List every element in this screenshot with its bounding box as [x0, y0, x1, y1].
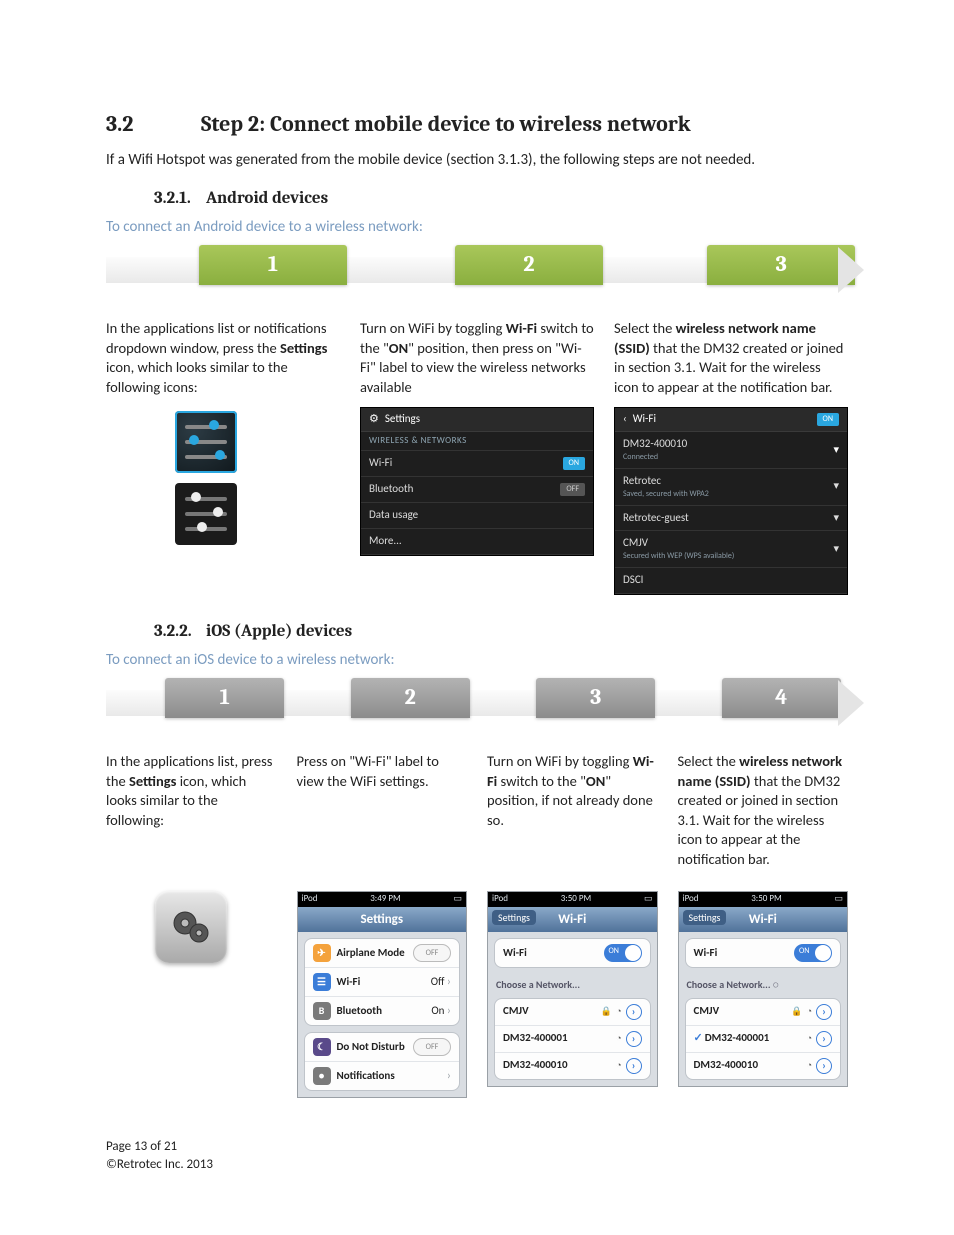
detail-icon: ›: [626, 1004, 642, 1020]
android-step-tab-3: 3: [707, 245, 855, 285]
android-settings-icons: [166, 411, 246, 545]
wifi-icon: ▾: [833, 511, 839, 526]
ios-subheading-title: iOS (Apple) devices: [206, 622, 352, 641]
section-heading: 3.2Step 2: Connect mobile device to wire…: [106, 110, 848, 140]
android-step-tab-2: 2: [455, 245, 603, 285]
ios-lead: To connect an iOS device to a wireless n…: [106, 650, 848, 670]
gear-icon: ⚙: [369, 412, 379, 427]
moon-icon: ☾: [313, 1038, 331, 1056]
wifi-signal-icon: [616, 1004, 621, 1019]
ios-settings-gear-icon: [155, 891, 227, 963]
ios-col-3: Turn on WiFi by toggling Wi-Fi switch to…: [487, 752, 658, 873]
android-lead: To connect an Android device to a wirele…: [106, 217, 848, 237]
wifi-icon: ▾: [833, 479, 839, 494]
check-icon: ✓: [694, 1031, 703, 1044]
ios-subheading: 3.2.2.iOS (Apple) devices: [154, 621, 848, 644]
detail-icon: ›: [816, 1004, 832, 1020]
ios-step-tab-4: 4: [722, 678, 841, 718]
ios-step-tab-3: 3: [536, 678, 655, 718]
android-wifi-screenshot: ‹Wi-FiON DM32-400010Connected▾ RetrotecS…: [614, 407, 848, 594]
wifi-signal-icon: [807, 1004, 812, 1019]
android-subheading-num: 3.2.1.: [154, 188, 206, 211]
ios-subheading-num: 3.2.2.: [154, 621, 206, 644]
lock-icon: [791, 1004, 802, 1019]
page-number: Page 13 of 21: [106, 1138, 848, 1156]
android-settings-icon-blue: [175, 411, 237, 473]
wifi-icon: ☰: [313, 973, 331, 991]
intro-paragraph: If a Wifi Hotspot was generated from the…: [106, 150, 848, 170]
ios-wifi-screenshot-a: iPod3:50 PM▭ SettingsWi-Fi Wi-Fi Choose …: [487, 881, 658, 1098]
ios-col-4: Select the wireless network name (SSID) …: [678, 752, 849, 873]
ios-wifi-screenshot-b: iPod3:50 PM▭ SettingsWi-Fi Wi-Fi Choose …: [678, 881, 849, 1098]
detail-icon: ›: [816, 1031, 832, 1047]
android-settings-screenshot: ⚙Settings WIRELESS & NETWORKS Wi-FiON Bl…: [360, 407, 594, 555]
wifi-signal-icon: [807, 1031, 812, 1046]
android-subheading-title: Android devices: [206, 189, 328, 208]
android-columns: In the applications list or notification…: [106, 319, 848, 595]
ios-screenshot-row: iPod3:49 PM▭ Settings ✈Airplane ModeOFF …: [106, 881, 848, 1098]
ios-settings-screenshot: iPod3:49 PM▭ Settings ✈Airplane ModeOFF …: [297, 881, 468, 1098]
ios-settings-icon-col: [106, 881, 277, 1098]
detail-icon: ›: [626, 1031, 642, 1047]
copyright: ©Retrotec Inc. 2013: [106, 1156, 848, 1174]
detail-icon: ›: [816, 1058, 832, 1074]
lock-icon: [601, 1004, 612, 1019]
airplane-icon: ✈: [313, 944, 331, 962]
wifi-signal-icon: [616, 1031, 621, 1046]
section-number: 3.2: [106, 110, 201, 140]
ios-step-arrow: 1 2 3 4: [106, 678, 848, 728]
ios-step-tab-1: 1: [165, 678, 284, 718]
wifi-signal-icon: [807, 1058, 812, 1073]
wifi-icon: ▾: [833, 542, 839, 557]
spinner-icon: ◌: [773, 978, 779, 991]
wifi-signal-icon: [616, 1058, 621, 1073]
android-step-tab-1: 1: [199, 245, 347, 285]
bluetooth-icon: B: [313, 1002, 331, 1020]
section-title: Step 2: Connect mobile device to wireles…: [201, 111, 691, 137]
ios-columns: In the applications list, press the Sett…: [106, 752, 848, 873]
android-settings-icon-dark: [175, 483, 237, 545]
android-subheading: 3.2.1.Android devices: [154, 188, 848, 211]
android-col-2: Turn on WiFi by toggling Wi-Fi switch to…: [360, 319, 594, 595]
notifications-icon: ●: [313, 1067, 331, 1085]
ios-step-tab-2: 2: [351, 678, 470, 718]
ios-col-1: In the applications list, press the Sett…: [106, 752, 277, 873]
android-col-1: In the applications list or notification…: [106, 319, 340, 595]
page-footer: Page 13 of 21 ©Retrotec Inc. 2013: [106, 1138, 848, 1173]
ios-col-2: Press on "Wi-Fi" label to view the WiFi …: [297, 752, 468, 873]
wifi-icon: ▾: [833, 443, 839, 458]
detail-icon: ›: [626, 1058, 642, 1074]
android-step-arrow: 1 2 3: [106, 245, 848, 295]
android-col-3: Select the wireless network name (SSID) …: [614, 319, 848, 595]
